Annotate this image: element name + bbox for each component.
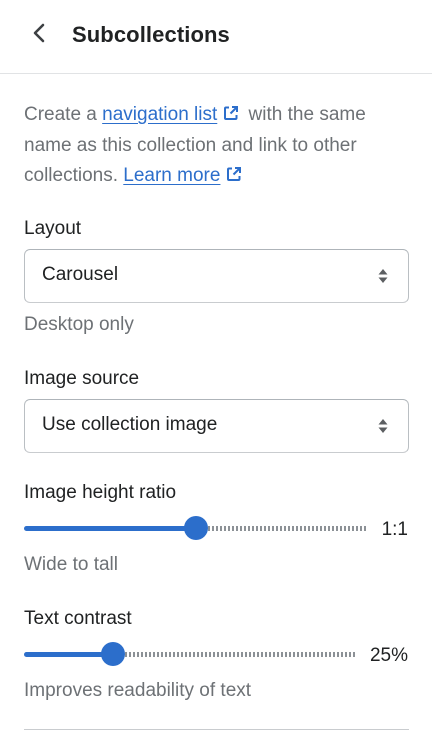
page-title: Subcollections: [72, 22, 230, 47]
navigation-list-link[interactable]: navigation list: [102, 104, 217, 125]
slider-thumb[interactable]: [184, 516, 208, 540]
image-height-ratio-slider[interactable]: [24, 516, 368, 542]
slider-track-fill: [24, 652, 113, 657]
section-divider: [24, 729, 409, 730]
select-caret-icon: [378, 418, 388, 439]
image-source-select[interactable]: Use collection image: [24, 399, 409, 453]
select-caret-icon: [378, 268, 388, 289]
text-contrast-slider[interactable]: [24, 642, 356, 668]
slider-thumb[interactable]: [101, 642, 125, 666]
slider-track: [125, 652, 356, 657]
image-source-label: Image source: [24, 368, 140, 389]
image-source-select-value: Use collection image: [42, 414, 218, 435]
slider-track-fill: [24, 526, 196, 531]
external-link-icon[interactable]: [223, 101, 239, 131]
layout-select[interactable]: Carousel: [24, 249, 409, 303]
intro-text-start: Create a: [24, 104, 103, 125]
slider-track: [208, 526, 368, 531]
learn-more-link[interactable]: Learn more: [123, 165, 220, 186]
learn-more-link-label: Learn more: [123, 165, 221, 186]
text-contrast-label: Text contrast: [24, 608, 132, 629]
chevron-left-icon: [32, 23, 46, 48]
layout-select-value: Carousel: [42, 264, 119, 285]
panel-header: Subcollections: [0, 0, 432, 74]
layout-label: Layout: [24, 218, 82, 239]
layout-help-text: Desktop only: [24, 314, 134, 335]
image-height-ratio-help-text: Wide to tall: [24, 554, 118, 575]
text-contrast-help-text: Improves readability of text: [24, 680, 252, 701]
image-height-ratio-value: 1:1: [381, 519, 408, 540]
image-height-ratio-label: Image height ratio: [24, 482, 177, 503]
navigation-list-link-label: navigation list: [102, 104, 218, 125]
external-link-icon[interactable]: [226, 162, 242, 192]
intro-description: Create a navigation list with the same n…: [24, 100, 414, 192]
back-button[interactable]: [24, 20, 54, 50]
text-contrast-value: 25%: [369, 645, 408, 666]
